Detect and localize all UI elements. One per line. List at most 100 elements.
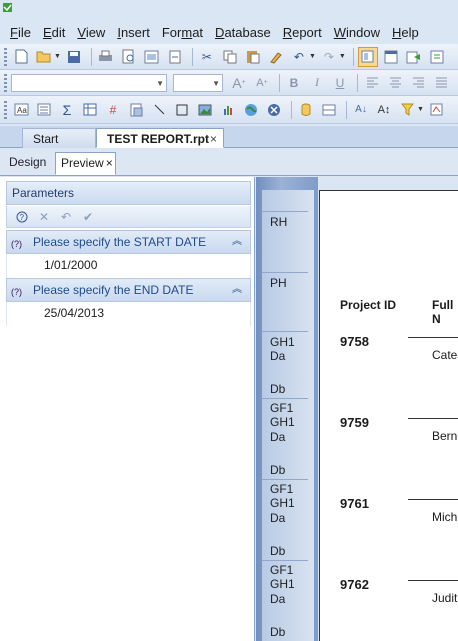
menu-report[interactable]: Report <box>277 23 328 43</box>
tab-test-report[interactable]: TEST REPORT.rpt × <box>96 128 224 148</box>
section-group-footer[interactable]: GF1 <box>270 563 293 578</box>
undo-dropdown-icon[interactable]: ▼ <box>309 53 316 60</box>
close-preview-icon[interactable]: × <box>106 156 113 170</box>
project-id-value[interactable]: 9758 <box>340 334 369 349</box>
section-details-a[interactable]: Da <box>270 430 285 445</box>
insert-icon[interactable] <box>404 47 424 67</box>
paste-icon[interactable] <box>243 47 263 67</box>
section-details-b[interactable]: Db <box>270 463 285 478</box>
menu-database[interactable]: Database <box>209 23 277 43</box>
tab-preview[interactable]: Preview × <box>55 152 116 175</box>
full-name-value[interactable]: Cate <box>432 348 457 362</box>
sort-az-icon[interactable]: A↓ <box>351 100 371 120</box>
parameter-end-date-header[interactable]: (?) Please specify the END DATE ︽ <box>6 278 251 302</box>
print-icon[interactable] <box>96 47 116 67</box>
align-center-icon[interactable] <box>385 73 405 93</box>
section-group-footer[interactable]: GF1 <box>270 482 293 497</box>
project-id-value[interactable]: 9761 <box>340 496 369 511</box>
toggle-preview-icon[interactable] <box>357 46 378 67</box>
section-group-header[interactable]: GH1 <box>270 335 295 350</box>
cut-icon[interactable]: ✂ <box>197 47 217 67</box>
sort-order-icon[interactable]: A↕ <box>374 100 394 120</box>
font-combo[interactable]: ▼ <box>11 73 167 92</box>
section-details-b[interactable]: Db <box>270 544 285 559</box>
redo-dropdown-icon[interactable]: ▼ <box>339 53 346 60</box>
section-group-header[interactable]: GH1 <box>270 496 295 511</box>
close-tab-icon[interactable]: × <box>210 129 217 149</box>
section-group-footer[interactable]: GF1 <box>270 401 293 416</box>
section-details-b[interactable]: Db <box>270 382 285 397</box>
apply-parameter-icon[interactable]: ✔ <box>77 208 99 226</box>
group-icon[interactable] <box>34 100 54 120</box>
italic-icon[interactable]: I <box>307 73 327 93</box>
chevron-down-icon[interactable]: ▼ <box>212 79 220 88</box>
parameter-start-date-header[interactable]: (?) Please specify the START DATE ︽ <box>6 230 251 254</box>
parameter-start-date-value[interactable]: 1/01/2000 <box>6 254 251 278</box>
box-icon[interactable] <box>172 100 192 120</box>
full-name-value[interactable]: Bern <box>432 429 457 443</box>
menu-insert[interactable]: Insert <box>111 23 156 43</box>
olap-grid-icon[interactable]: # <box>103 100 123 120</box>
section-details-b[interactable]: Db <box>270 625 285 640</box>
section-report-header[interactable]: RH <box>270 215 287 230</box>
redo-icon[interactable]: ↷ <box>319 47 339 67</box>
formula-workshop-icon[interactable] <box>427 100 447 120</box>
page-setup-icon[interactable] <box>381 47 401 67</box>
new-icon[interactable] <box>11 47 31 67</box>
justify-icon[interactable] <box>431 73 451 93</box>
tab-start-page[interactable]: Start Page <box>22 128 96 166</box>
full-name-value[interactable]: Judit <box>432 591 457 605</box>
parameter-end-date-value[interactable]: 25/04/2013 <box>6 302 251 326</box>
filter-icon[interactable] <box>397 100 417 120</box>
line-icon[interactable] <box>149 100 169 120</box>
project-id-value[interactable]: 9762 <box>340 577 369 592</box>
edit-parameter-icon[interactable]: ? <box>11 208 33 226</box>
menu-help[interactable]: Help <box>386 23 425 43</box>
underline-icon[interactable]: U <box>330 73 350 93</box>
chevron-down-icon[interactable]: ▼ <box>156 79 164 88</box>
subreport-icon[interactable] <box>126 100 146 120</box>
map-icon[interactable] <box>241 100 261 120</box>
section-page-header[interactable]: PH <box>270 276 287 291</box>
font-size-combo[interactable]: ▼ <box>173 73 223 92</box>
copy-icon[interactable] <box>220 47 240 67</box>
export-icon[interactable] <box>142 47 162 67</box>
help-icon[interactable] <box>427 47 447 67</box>
format-painter-icon[interactable] <box>266 47 286 67</box>
refresh-icon[interactable] <box>165 47 185 67</box>
tab-design[interactable]: Design <box>4 152 50 175</box>
collapse-icon[interactable]: ︽ <box>232 279 242 301</box>
text-object-icon[interactable]: Aa <box>11 100 31 120</box>
reset-parameter-icon[interactable]: ↶ <box>55 208 77 226</box>
open-dropdown-icon[interactable]: ▼ <box>54 53 61 60</box>
section-group-header[interactable]: GH1 <box>270 415 295 430</box>
print-preview-icon[interactable] <box>119 47 139 67</box>
toolbar-grip[interactable] <box>4 100 7 119</box>
filter-dropdown-icon[interactable]: ▼ <box>417 106 424 113</box>
cross-tab-icon[interactable] <box>80 100 100 120</box>
menu-window[interactable]: Window <box>328 23 386 43</box>
section-details-a[interactable]: Da <box>270 592 285 607</box>
bold-icon[interactable]: B <box>284 73 304 93</box>
open-icon[interactable] <box>34 47 54 67</box>
align-left-icon[interactable] <box>362 73 382 93</box>
section-group-header[interactable]: GH1 <box>270 577 295 592</box>
summary-icon[interactable]: Σ <box>57 100 77 120</box>
column-header-full-name[interactable]: Full N <box>432 298 458 326</box>
project-id-value[interactable]: 9759 <box>340 415 369 430</box>
picture-icon[interactable] <box>195 100 215 120</box>
column-header-project-id[interactable]: Project ID <box>340 298 396 312</box>
clear-parameter-icon[interactable]: ✕ <box>33 208 55 226</box>
database-icon[interactable] <box>296 100 316 120</box>
undo-icon[interactable]: ↶ <box>289 47 309 67</box>
menu-format[interactable]: Format <box>156 23 209 43</box>
menu-view[interactable]: View <box>71 23 111 43</box>
toolbar-grip[interactable] <box>4 47 7 66</box>
shrink-font-icon[interactable]: A + <box>252 73 272 93</box>
ole-object-icon[interactable] <box>264 100 284 120</box>
chart-icon[interactable] <box>218 100 238 120</box>
section-details-a[interactable]: Da <box>270 511 285 526</box>
section-expert-icon[interactable] <box>319 100 339 120</box>
menu-file[interactable]: File <box>4 23 37 43</box>
full-name-value[interactable]: Mich <box>432 510 457 524</box>
